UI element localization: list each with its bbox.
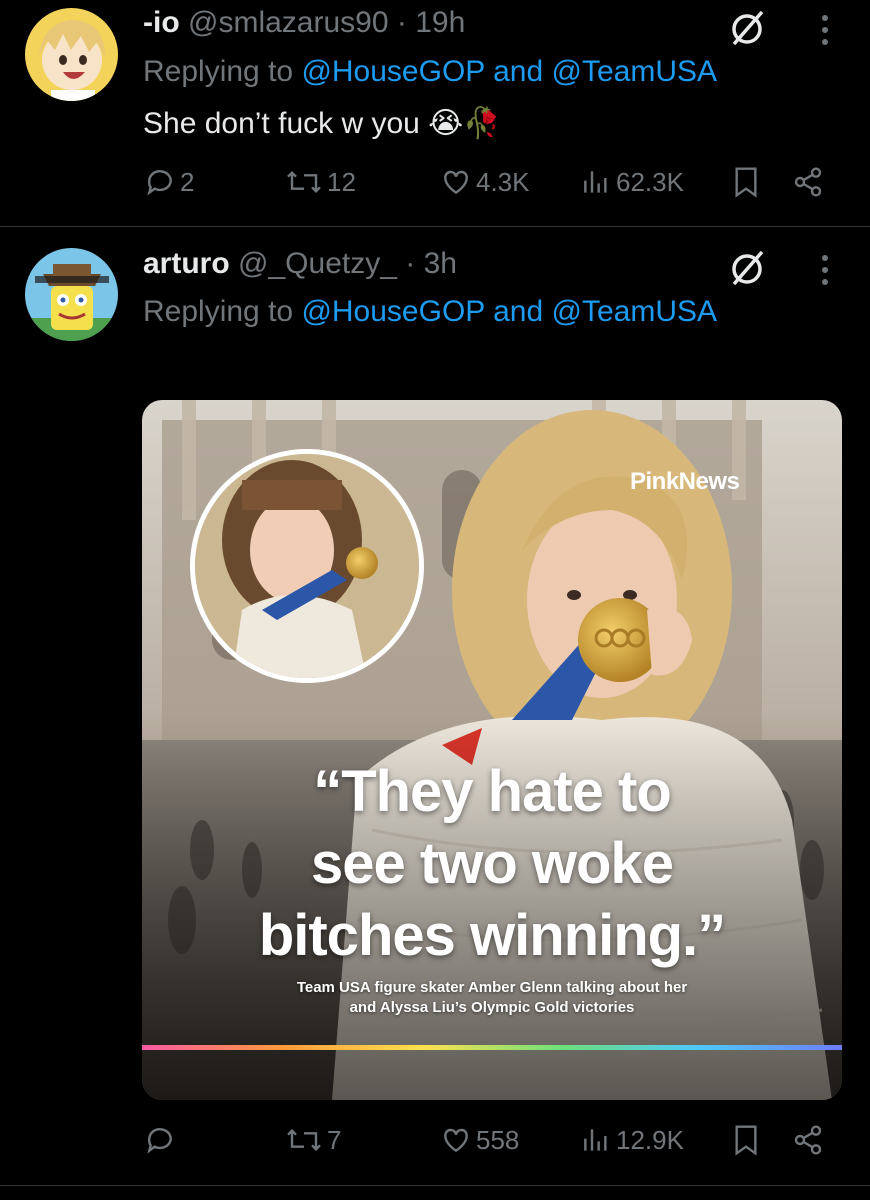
more-options-icon[interactable] [810,250,840,290]
replying-to-label: Replying to [143,295,294,328]
tweet-text: She don’t fuck w you 😭🥀 [143,107,501,140]
view-count: 12.9K [616,1124,684,1155]
reply-count: 2 [180,166,195,197]
reply-button[interactable] [144,1124,180,1156]
views-icon [584,1129,607,1151]
timestamp[interactable]: · 3h [405,247,457,280]
avatar[interactable] [25,248,118,341]
mention-teamusa[interactable]: @TeamUSA [552,295,718,328]
replying-to: Replying to @HouseGOP and @TeamUSA [143,295,717,329]
quote-line-2: see two woke [311,831,674,896]
caption-line-1: Team USA figure skater Amber Glenn talki… [296,979,688,996]
tweet-divider [0,1185,870,1186]
like-count: 4.3K [476,166,530,197]
rainbow-bar [142,1045,842,1050]
pinknews-logo: PinkNews [630,468,740,495]
reply-icon [147,170,172,196]
share-icon [794,167,822,197]
reply-button[interactable]: 2 [144,166,194,198]
mention-conjunction: and [493,295,544,328]
share-button[interactable] [792,1124,828,1156]
like-button[interactable]: 558 [440,1124,519,1156]
tweet-header: arturo @_Quetzy_ · 3h [143,247,457,281]
mention-teamusa[interactable]: @TeamUSA [552,55,718,88]
tweet-header: -io @smlazarus90 · 19h [143,6,465,40]
more-options-icon[interactable] [810,10,840,50]
replying-to: Replying to @HouseGOP and @TeamUSA [143,55,717,89]
view-count: 62.3K [616,166,684,197]
tweet-actions: 2 12 4.3K 62.3K [0,162,870,206]
mention-housegop[interactable]: @HouseGOP [301,55,484,88]
handle[interactable]: @_Quetzy_ [238,247,397,280]
tweet-divider [0,226,870,227]
bookmark-icon [735,167,757,198]
handle[interactable]: @smlazarus90 [188,6,389,39]
bookmark-button[interactable] [732,1124,764,1156]
bookmark-icon [735,1125,757,1156]
repost-icon [287,1128,321,1152]
avatar[interactable] [25,8,118,101]
bookmark-button[interactable] [732,166,764,198]
repost-button[interactable]: 12 [285,166,356,198]
replying-to-label: Replying to [143,55,294,88]
caption-line-2: and Alyssa Liu’s Olympic Gold victories [349,999,635,1016]
quote-line-1: “They hate to [313,759,672,824]
tweet-media-image[interactable]: PinkNews “They hate to see two woke bitc… [142,400,842,1100]
mention-housegop[interactable]: @HouseGOP [301,295,484,328]
quote-line-3: bitches winning.” [258,903,726,968]
repost-count: 12 [327,166,356,197]
heart-icon [444,170,468,195]
mention-conjunction: and [493,55,544,88]
repost-count: 7 [327,1124,342,1155]
heart-icon [444,1128,468,1153]
like-button[interactable]: 4.3K [440,166,530,198]
grok-icon[interactable] [728,248,768,288]
display-name[interactable]: -io [143,6,180,39]
views-button[interactable]: 12.9K [580,1124,684,1156]
repost-button[interactable]: 7 [285,1124,341,1156]
views-button[interactable]: 62.3K [580,166,684,198]
views-icon [584,171,607,193]
timestamp[interactable]: · 19h [397,6,465,39]
tweet-actions: 7 558 12.9K [0,1120,870,1164]
share-icon [794,1125,822,1155]
reply-icon [147,1128,172,1154]
grok-icon[interactable] [728,8,768,48]
like-count: 558 [476,1124,520,1155]
share-button[interactable] [792,166,828,198]
repost-icon [287,170,321,194]
display-name[interactable]: arturo [143,247,230,280]
tweet-1[interactable]: -io @smlazarus90 · 19h Replying to @Hous… [0,0,870,225]
